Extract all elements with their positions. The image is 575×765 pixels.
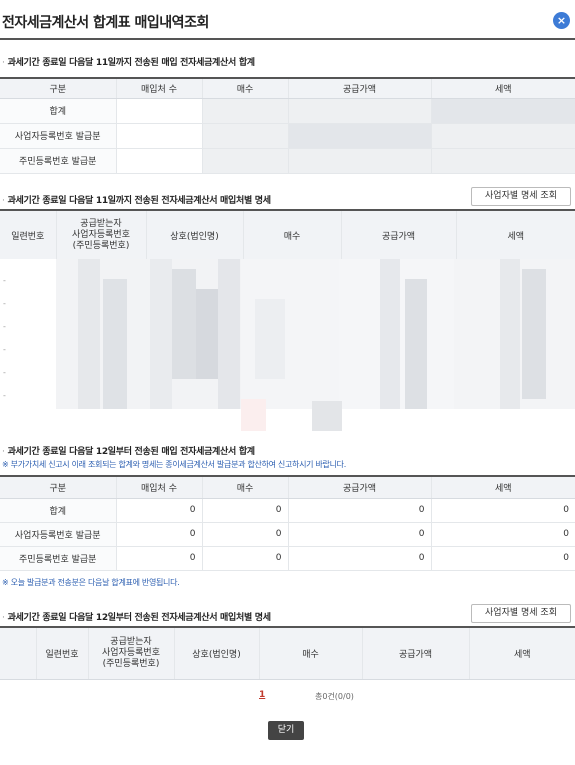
section2-title: · 과세기간 종료일 다음달 11일까지 전송된 전자세금계산서 매입처별 명세	[2, 196, 271, 206]
row-label: 사업자등록번호 발급분	[0, 522, 116, 547]
count-value: 0	[201, 546, 288, 571]
table-row: 주민등록번호 발급분 0 0 0 0	[0, 546, 575, 571]
section1-title: · 과세기간 종료일 다음달 11일까지 전송된 매입 전자세금계산서 합계	[2, 58, 255, 68]
redacted-cell	[287, 98, 431, 124]
table-row: 주민등록번호 발급분	[0, 148, 575, 174]
section3-note: ※ 부가가치세 신고시 이래 조회되는 합계와 명세는 종이세금계산서 발급분과…	[2, 460, 346, 469]
page-total-count: 총0건(0/0)	[315, 692, 354, 701]
supplier-detail-button-2[interactable]: 사업자별 명세 조회	[471, 604, 571, 623]
tax-value: 0	[430, 498, 575, 523]
supplier-detail-button[interactable]: 사업자별 명세 조회	[471, 187, 571, 206]
col-header-serial: 일련번호	[35, 627, 88, 680]
count-value: 0	[201, 522, 288, 547]
section3-footnote: ※ 오늘 발급분과 전송분은 다음날 합계표에 반영됩니다.	[2, 578, 180, 587]
col-header-count: 매수	[201, 476, 288, 499]
close-button[interactable]: 닫기	[268, 721, 304, 740]
row-marker: -	[3, 299, 6, 308]
section3-title: · 과세기간 종료일 다음달 12일부터 전송된 매입 전자세금계산서 합계	[2, 447, 255, 457]
bullet-icon: ·	[2, 613, 5, 623]
col-header-tax: 세액	[430, 78, 575, 99]
col-header-supply-amount: 공급가액	[361, 627, 469, 680]
bullet-icon: ·	[2, 58, 5, 68]
col-header-checkbox	[0, 627, 36, 680]
col-header-company: 상호(법인명)	[173, 627, 259, 680]
row-label: 주민등록번호 발급분	[0, 546, 116, 571]
redacted-cell	[287, 123, 431, 149]
supply-amount-value: 0	[287, 522, 431, 547]
col-header-supply-amount: 공급가액	[287, 78, 431, 99]
section2-detail-table: 일련번호 공급받는자 사업자등록번호 (주민등록번호) 상호(법인명) 매수 공…	[0, 209, 575, 261]
row-label: 합계	[0, 498, 116, 523]
redacted-cell	[430, 123, 575, 149]
tax-value: 0	[430, 546, 575, 571]
redacted-cell	[115, 123, 202, 149]
row-marker: -	[3, 322, 6, 331]
row-marker: -	[3, 276, 6, 285]
redacted-cell	[115, 98, 202, 124]
col-header-company: 상호(법인명)	[145, 210, 243, 261]
redacted-cell	[201, 123, 288, 149]
col-header-count: 매수	[258, 627, 362, 680]
col-header-count: 매수	[201, 78, 288, 99]
col-header-supply-amount: 공급가액	[287, 476, 431, 499]
col-header-supplier-count: 매입처 수	[115, 476, 202, 499]
col-header-category: 구분	[0, 476, 116, 499]
col-header-biz-number: 공급받는자 사업자등록번호 (주민등록번호)	[55, 210, 146, 261]
section3-summary-table: 구분 매입처 수 매수 공급가액 세액 합계 0 0 0 0 사업자등록번호 발…	[0, 475, 575, 571]
redacted-cell	[201, 148, 288, 174]
table-row: 사업자등록번호 발급분 0 0 0 0	[0, 522, 575, 547]
row-marker: -	[3, 345, 6, 354]
col-header-tax: 세액	[430, 476, 575, 499]
redacted-cell	[430, 148, 575, 174]
redacted-cell	[201, 98, 288, 124]
row-label: 주민등록번호 발급분	[0, 148, 116, 174]
col-header-supplier-count: 매입처 수	[115, 78, 202, 99]
section1-summary-table: 구분 매입처 수 매수 공급가액 세액 합계 사업자등록번호 발급분 주민등록번…	[0, 77, 575, 174]
window-title: 전자세금계산서 합계표 매입내역조회	[2, 15, 209, 31]
row-marker: -	[3, 368, 6, 377]
redacted-cell	[430, 98, 575, 124]
supplier-count-value: 0	[115, 498, 202, 523]
row-label: 합계	[0, 98, 116, 124]
col-header-biz-number: 공급받는자 사업자등록번호 (주민등록번호)	[87, 627, 174, 680]
table-row: 합계	[0, 98, 575, 124]
supply-amount-value: 0	[287, 546, 431, 571]
col-header-count: 매수	[242, 210, 341, 261]
bullet-icon: ·	[2, 447, 5, 457]
page-number-current[interactable]: 1	[259, 690, 265, 700]
col-header-serial: 일련번호	[0, 210, 56, 261]
section4-title: · 과세기간 종료일 다음달 12일부터 전송된 전자세금계산서 매입처별 명세	[2, 613, 271, 623]
row-label: 사업자등록번호 발급분	[0, 123, 116, 149]
table-row: 합계 0 0 0 0	[0, 498, 575, 523]
redacted-cell	[287, 148, 431, 174]
close-icon[interactable]: ×	[553, 12, 570, 29]
supply-amount-value: 0	[287, 498, 431, 523]
col-header-tax: 세액	[455, 210, 575, 261]
section4-detail-table: 일련번호 공급받는자 사업자등록번호 (주민등록번호) 상호(법인명) 매수 공…	[0, 626, 575, 680]
tax-value: 0	[430, 522, 575, 547]
title-divider	[0, 38, 575, 40]
supplier-count-value: 0	[115, 522, 202, 547]
supplier-count-value: 0	[115, 546, 202, 571]
bullet-icon: ·	[2, 196, 5, 206]
col-header-category: 구분	[0, 78, 116, 99]
row-marker: -	[3, 391, 6, 400]
redacted-cell	[115, 148, 202, 174]
redacted-detail-rows: - - - - - -	[0, 259, 575, 431]
title-bar: 전자세금계산서 합계표 매입내역조회 ×	[0, 0, 575, 38]
table-row: 사업자등록번호 발급분	[0, 123, 575, 149]
col-header-supply-amount: 공급가액	[340, 210, 456, 261]
col-header-tax: 세액	[468, 627, 575, 680]
count-value: 0	[201, 498, 288, 523]
